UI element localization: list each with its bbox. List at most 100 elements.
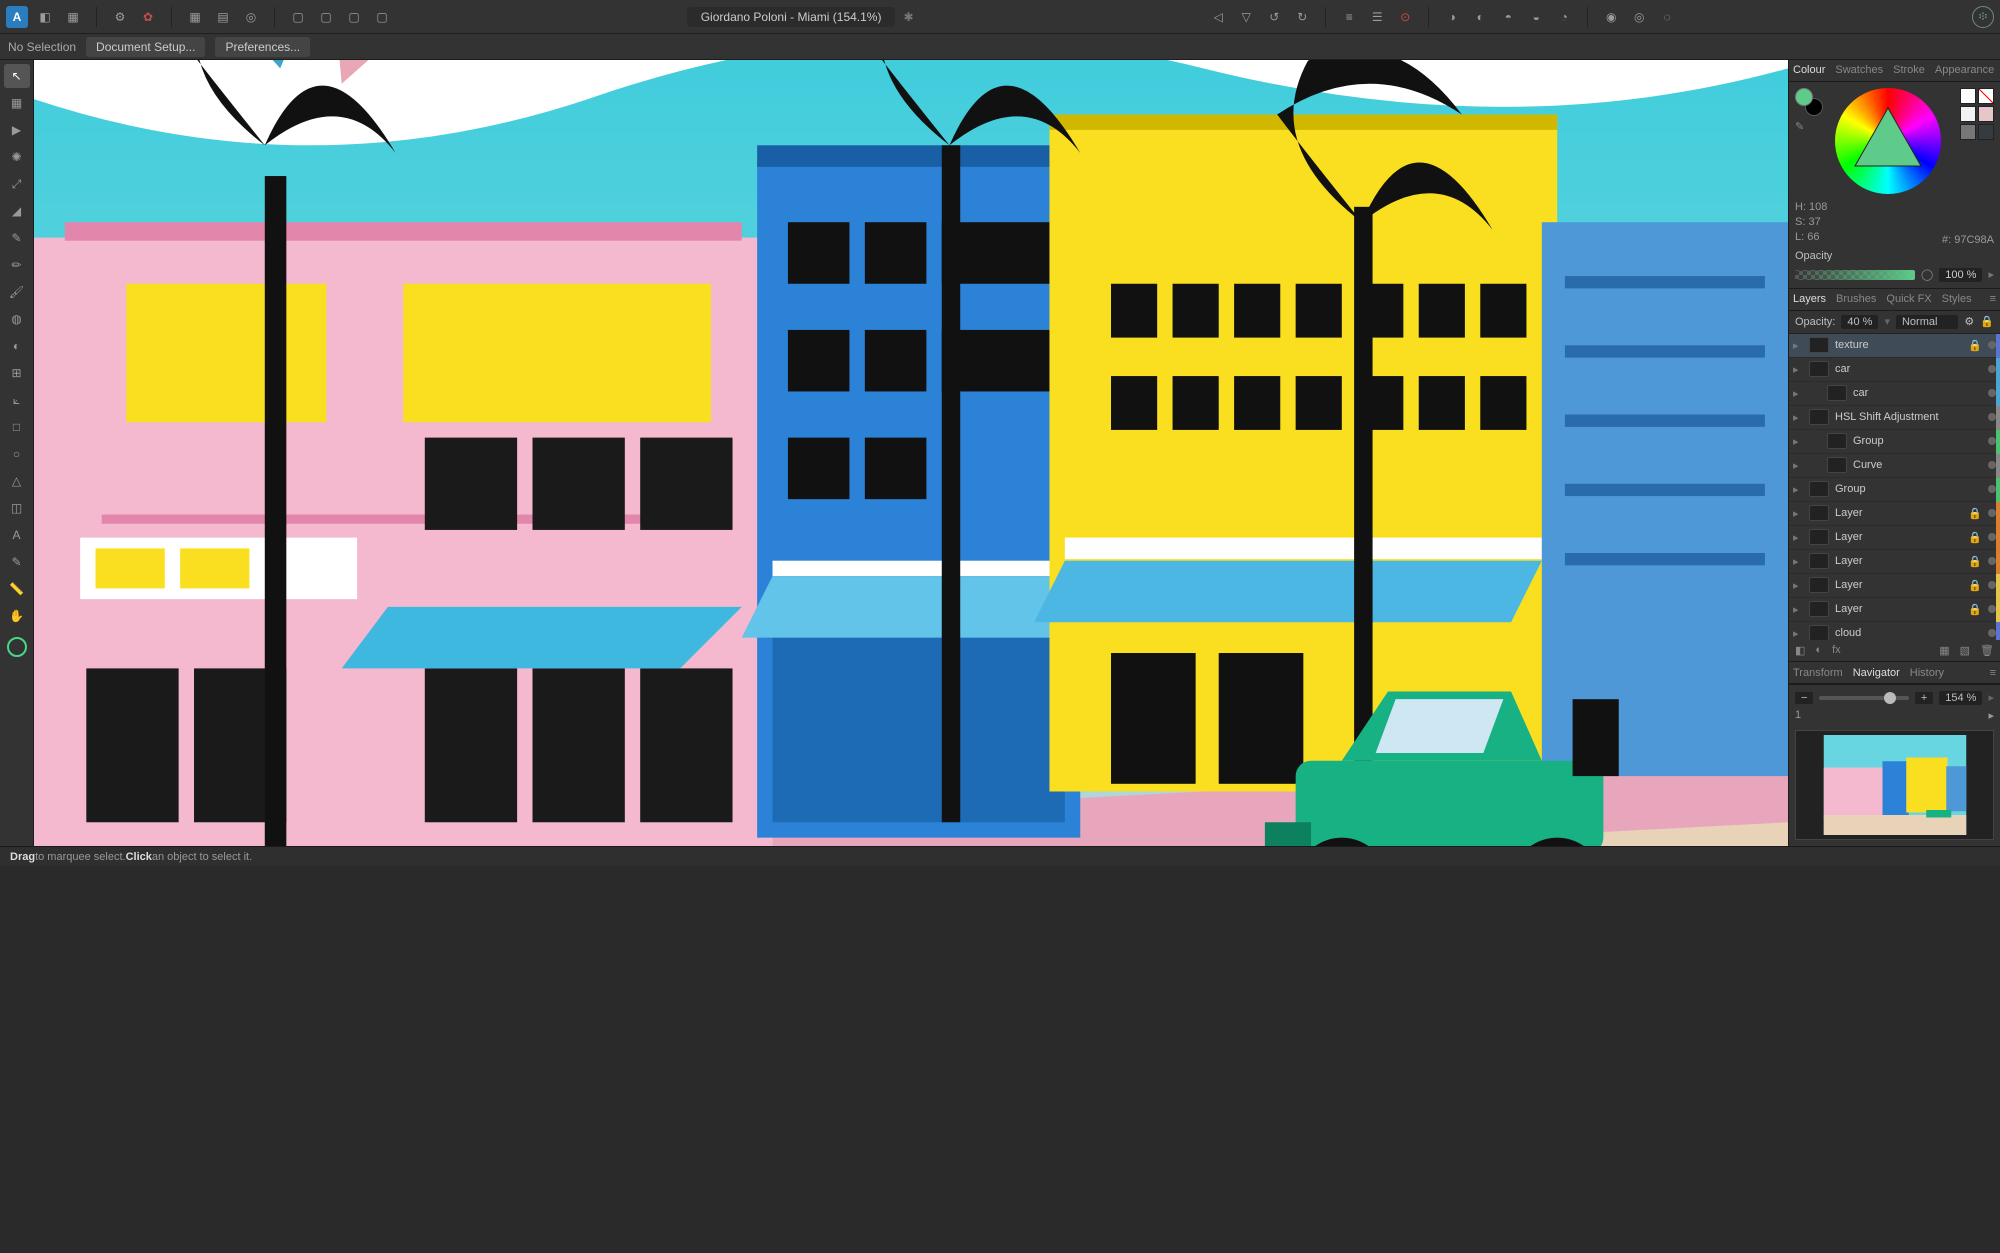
tab-stroke[interactable]: Stroke (1893, 64, 1925, 76)
visibility-dot[interactable] (1988, 461, 1996, 469)
rotate-cw-icon[interactable]: ↻ (1291, 6, 1313, 28)
lock-icon[interactable]: 🔒 (1968, 579, 1982, 592)
point-transform-tool[interactable]: ✺ (4, 145, 30, 169)
ellipse-tool[interactable]: ○ (4, 442, 30, 466)
layer-row[interactable]: ▸texture🔒 (1789, 334, 2000, 358)
fx-icon[interactable]: fx (1832, 644, 1841, 657)
preferences-button[interactable]: Preferences... (215, 37, 310, 57)
eyedropper-tool[interactable]: ✎ (4, 550, 30, 574)
insert-target-icon[interactable]: ◉ (1600, 6, 1622, 28)
layer-row[interactable]: ▸Group (1789, 430, 2000, 454)
node-tool[interactable]: ▶ (4, 118, 30, 142)
eyedropper-icon[interactable]: ✎ (1795, 120, 1811, 136)
layer-row[interactable]: ▸Layer🔒 (1789, 502, 2000, 526)
lock-icon[interactable]: 🔒 (1968, 531, 1982, 544)
visibility-dot[interactable] (1988, 581, 1996, 589)
lock-icon[interactable]: 🔒 (1968, 555, 1982, 568)
artboard-tool[interactable]: ◫ (4, 496, 30, 520)
persona-designer-icon[interactable]: ◧ (34, 6, 56, 28)
panel-menu-icon[interactable]: ≡ (1990, 667, 1996, 679)
boolean-xor-icon[interactable]: ◒ (1525, 6, 1547, 28)
recent-swatches[interactable] (1960, 88, 1994, 194)
visibility-dot[interactable] (1988, 365, 1996, 373)
fill-tool[interactable]: ◍ (4, 307, 30, 331)
boolean-subtract-icon[interactable]: ◐ (1469, 6, 1491, 28)
transparency-tool[interactable]: ◐ (4, 334, 30, 358)
visibility-dot[interactable] (1988, 629, 1996, 637)
opacity-value[interactable]: 100 % (1939, 268, 1982, 282)
panel-menu-icon[interactable]: ≡ (1990, 293, 1996, 305)
triangle-tool[interactable]: △ (4, 469, 30, 493)
boolean-add-icon[interactable]: ◑ (1441, 6, 1463, 28)
account-icon[interactable]: ፨ (1972, 6, 1994, 28)
mask-icon[interactable]: ◧ (1795, 644, 1805, 657)
text-tool[interactable]: A (4, 523, 30, 547)
opacity-noise-icon[interactable]: ◯ (1921, 268, 1933, 281)
pen-tool[interactable]: ✎ (4, 226, 30, 250)
visibility-dot[interactable] (1988, 533, 1996, 541)
blend-mode-select[interactable]: Normal (1896, 315, 1958, 329)
disclosure-icon[interactable]: ▸ (1793, 483, 1803, 496)
tab-styles[interactable]: Styles (1942, 293, 1972, 305)
opacity-slider[interactable] (1795, 270, 1915, 280)
selection-tool[interactable]: ▦ (4, 91, 30, 115)
rectangle-tool[interactable]: □ (4, 415, 30, 439)
layer-row[interactable]: ▸Group (1789, 478, 2000, 502)
layer-row[interactable]: ▸cloud (1789, 622, 2000, 641)
move-front-icon[interactable]: ▢ (343, 6, 365, 28)
rotate-ccw-icon[interactable]: ↺ (1263, 6, 1285, 28)
tab-history[interactable]: History (1910, 667, 1944, 679)
visibility-dot[interactable] (1988, 341, 1996, 349)
move-forward-icon[interactable]: ▢ (315, 6, 337, 28)
add-pixel-layer-icon[interactable]: ▧ (1960, 644, 1970, 657)
tab-transform[interactable]: Transform (1793, 667, 1843, 679)
crop-tool[interactable]: ⟀ (4, 388, 30, 412)
disclosure-icon[interactable]: ▸ (1793, 603, 1803, 616)
lock-icon[interactable]: 🔒 (1968, 507, 1982, 520)
layer-opacity-value[interactable]: 40 % (1841, 315, 1878, 329)
layer-row[interactable]: ▸Curve (1789, 454, 2000, 478)
persona-pixel-icon[interactable]: ▦ (62, 6, 84, 28)
visibility-dot[interactable] (1988, 509, 1996, 517)
disclosure-icon[interactable]: ▸ (1793, 507, 1803, 520)
zoom-in-button[interactable]: + (1915, 692, 1933, 704)
guides-icon[interactable]: ▤ (212, 6, 234, 28)
hand-tool[interactable]: ✋ (4, 604, 30, 628)
disclosure-icon[interactable]: ▸ (1793, 387, 1803, 400)
disclosure-icon[interactable]: ▸ (1793, 459, 1803, 472)
snapping-settings-icon[interactable]: ✿ (137, 6, 159, 28)
insert-behind-icon[interactable]: ◌ (1656, 6, 1678, 28)
place-tool[interactable]: ⊞ (4, 361, 30, 385)
add-layer-icon[interactable]: ▦ (1939, 644, 1949, 657)
contour-tool[interactable]: ⤢ (4, 172, 30, 196)
boolean-intersect-icon[interactable]: ◓ (1497, 6, 1519, 28)
layer-opacity-stepper-icon[interactable]: ▾ (1884, 315, 1890, 328)
layer-row[interactable]: ▸car (1789, 382, 2000, 406)
layer-row[interactable]: ▸HSL Shift Adjustment (1789, 406, 2000, 430)
adjustment-icon[interactable]: ◐ (1815, 644, 1822, 657)
zoom-stepper-icon[interactable]: ▸ (1988, 691, 1994, 704)
colour-wheel[interactable] (1835, 88, 1941, 194)
layer-settings-icon[interactable]: ⚙ (1964, 315, 1974, 328)
corner-tool[interactable]: ◢ (4, 199, 30, 223)
lock-icon[interactable]: 🔒 (1968, 339, 1982, 352)
disclosure-icon[interactable]: ▸ (1793, 531, 1803, 544)
tab-quickfx[interactable]: Quick FX (1886, 293, 1931, 305)
layer-row[interactable]: ▸car (1789, 358, 2000, 382)
boolean-divide-icon[interactable]: ◔ (1553, 6, 1575, 28)
document-setup-button[interactable]: Document Setup... (86, 37, 205, 57)
fill-stroke-wells[interactable] (1795, 88, 1823, 116)
opacity-stepper-icon[interactable]: ▸ (1988, 268, 1994, 281)
tab-appearance[interactable]: Appearance (1935, 64, 1994, 76)
visibility-dot[interactable] (1988, 485, 1996, 493)
layer-row[interactable]: ▸Layer🔒 (1789, 526, 2000, 550)
zoom-value[interactable]: 154 % (1939, 691, 1982, 705)
tab-navigator[interactable]: Navigator (1853, 667, 1900, 679)
layer-row[interactable]: ▸Layer🔒 (1789, 598, 2000, 622)
tab-swatches[interactable]: Swatches (1835, 64, 1883, 76)
hex-value[interactable]: 97C98A (1954, 234, 1994, 246)
zoom-out-button[interactable]: − (1795, 692, 1813, 704)
flip-h-icon[interactable]: ◁ (1207, 6, 1229, 28)
distribute-icon[interactable]: ☰ (1366, 6, 1388, 28)
delete-layer-icon[interactable]: 🗑 (1980, 644, 1994, 657)
